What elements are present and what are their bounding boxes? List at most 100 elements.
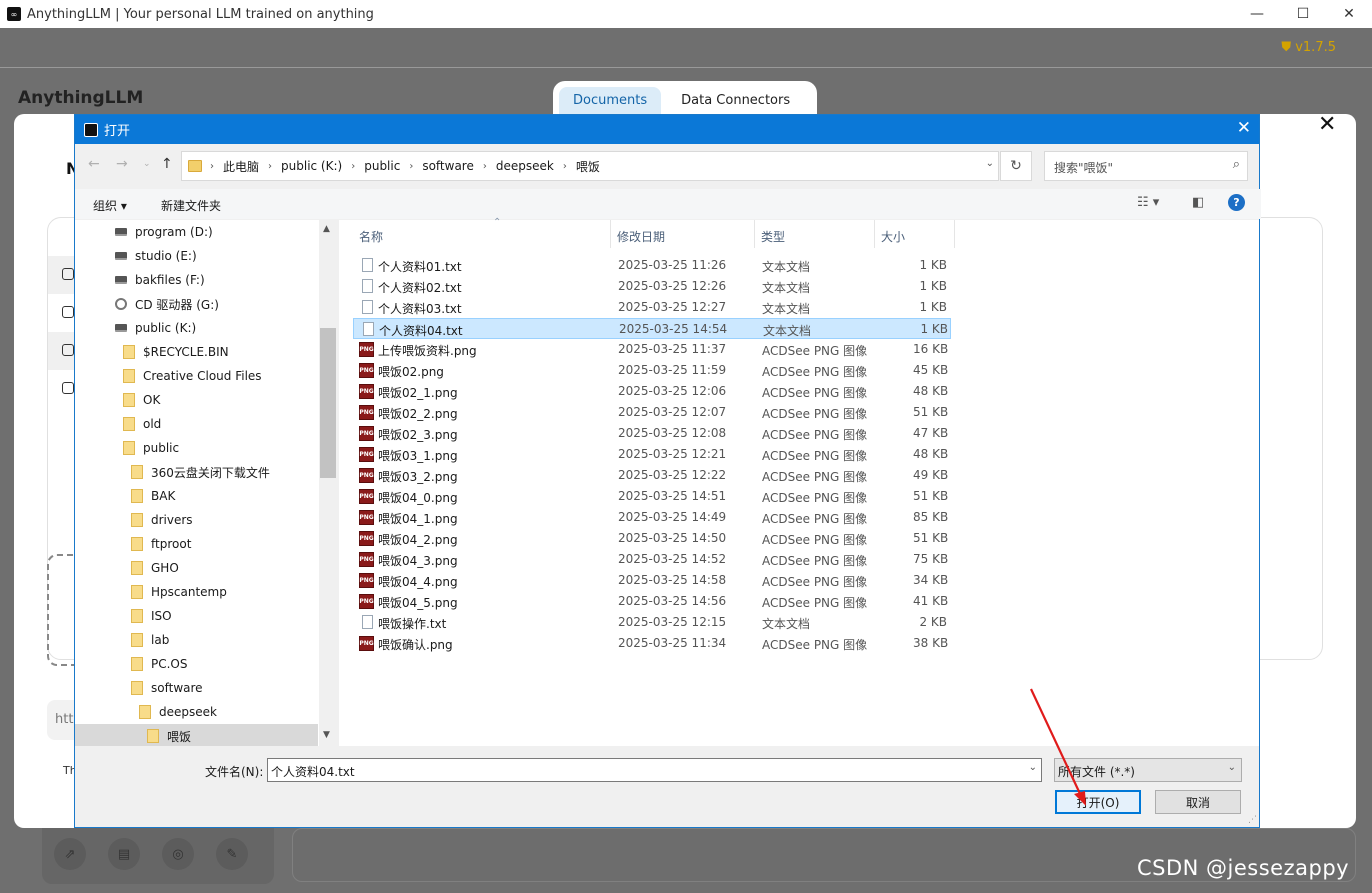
new-folder-button[interactable]: 新建文件夹 [161, 197, 221, 214]
scroll-down-icon[interactable]: ▼ [323, 730, 330, 740]
tree-item[interactable]: public [75, 436, 318, 460]
tree-item[interactable]: GHO [75, 556, 318, 580]
docs-icon[interactable]: ▤ [108, 838, 140, 870]
file-row[interactable]: 个人资料04.txt 2025-03-25 14:54 文本文档 1 KB [353, 318, 951, 339]
tree-item[interactable]: studio (E:) [75, 244, 318, 268]
breadcrumb-item[interactable]: 此电脑 [223, 158, 259, 175]
list-item[interactable] [48, 294, 76, 332]
url-input[interactable]: htt [47, 700, 77, 740]
tree-item[interactable]: program (D:) [75, 220, 318, 244]
breadcrumb-item[interactable]: deepseek [496, 159, 554, 173]
file-row[interactable]: 个人资料02.txt 2025-03-25 12:26 文本文档 1 KB [353, 276, 951, 297]
tree-item[interactable]: Hpscantemp [75, 580, 318, 604]
tree-item[interactable]: software [75, 676, 318, 700]
tree-item[interactable]: 喂饭 [75, 724, 318, 746]
resize-grip-icon[interactable]: ⋰ [1248, 815, 1257, 825]
list-item[interactable] [48, 332, 76, 370]
scroll-thumb[interactable] [320, 328, 336, 478]
file-row[interactable]: PNG 喂饭02.png 2025-03-25 11:59 ACDSee PNG 图像… [353, 360, 951, 381]
community-icon[interactable]: ⇗ [54, 838, 86, 870]
recent-dropdown-icon[interactable]: ⌄ [143, 159, 151, 169]
tree-item[interactable]: old [75, 412, 318, 436]
file-row[interactable]: PNG 喂饭04_0.png 2025-03-25 14:51 ACDSee PNG … [353, 486, 951, 507]
chevron-right-icon[interactable]: › [268, 161, 272, 172]
minimize-icon[interactable]: — [1234, 0, 1280, 28]
maximize-icon[interactable]: ☐ [1280, 0, 1326, 28]
breadcrumb-item[interactable]: public [364, 159, 400, 173]
tree-item[interactable]: ISO [75, 604, 318, 628]
chevron-right-icon[interactable]: › [351, 161, 355, 172]
file-row[interactable]: PNG 喂饭04_1.png 2025-03-25 14:49 ACDSee PNG … [353, 507, 951, 528]
tree-item[interactable]: public (K:) [75, 316, 318, 340]
preview-pane-icon[interactable]: ◧ [1192, 195, 1204, 210]
address-bar[interactable]: › 此电脑 › public (K:) › public › software › deepse… [181, 151, 999, 181]
search-input[interactable]: 搜索"喂饭" ⌕ [1044, 151, 1248, 181]
breadcrumb-item[interactable]: 喂饭 [576, 158, 600, 175]
chevron-right-icon[interactable]: › [483, 161, 487, 172]
back-arrow-icon[interactable]: ← [88, 156, 100, 172]
checkbox[interactable] [62, 344, 74, 356]
file-row[interactable]: 个人资料01.txt 2025-03-25 11:26 文本文档 1 KB [353, 255, 951, 276]
tab-data-connectors[interactable]: Data Connectors [667, 87, 804, 115]
file-row[interactable]: PNG 喂饭04_2.png 2025-03-25 14:50 ACDSee PNG … [353, 528, 951, 549]
checkbox[interactable] [62, 306, 74, 318]
file-row[interactable]: 喂饭操作.txt 2025-03-25 12:15 文本文档 2 KB [353, 612, 951, 633]
close-window-icon[interactable]: ✕ [1326, 0, 1372, 28]
up-arrow-icon[interactable]: ↑ [161, 156, 173, 172]
tree-item[interactable]: $RECYCLE.BIN [75, 340, 318, 364]
column-size[interactable]: 大小 [875, 220, 955, 248]
column-date[interactable]: 修改日期 [611, 220, 755, 248]
chevron-right-icon[interactable]: › [563, 161, 567, 172]
file-row[interactable]: PNG 喂饭02_1.png 2025-03-25 12:06 ACDSee PNG … [353, 381, 951, 402]
tree-item[interactable]: CD 驱动器 (G:) [75, 292, 318, 316]
tree-item[interactable]: 360云盘关闭下载文件 [75, 460, 318, 484]
tree-item[interactable]: PC.OS [75, 652, 318, 676]
cancel-button[interactable]: 取消 [1155, 790, 1241, 814]
upload-dropzone[interactable] [47, 554, 77, 666]
settings-wrench-icon[interactable]: ✎ [216, 838, 248, 870]
open-button[interactable]: 打开(O) [1055, 790, 1141, 814]
file-row[interactable]: PNG 喂饭04_4.png 2025-03-25 14:58 ACDSee PNG … [353, 570, 951, 591]
help-icon[interactable]: ? [1228, 194, 1245, 211]
file-row[interactable]: PNG 喂饭确认.png 2025-03-25 11:34 ACDSee PNG 图像… [353, 633, 951, 654]
chevron-right-icon[interactable]: › [409, 161, 413, 172]
forward-arrow-icon[interactable]: → [116, 156, 128, 172]
checkbox[interactable] [62, 382, 74, 394]
file-row[interactable]: PNG 喂饭02_3.png 2025-03-25 12:08 ACDSee PNG … [353, 423, 951, 444]
file-row[interactable]: PNG 喂饭03_2.png 2025-03-25 12:22 ACDSee PNG … [353, 465, 951, 486]
list-item[interactable] [48, 256, 76, 294]
address-dropdown-icon[interactable]: ⌄ [986, 158, 994, 169]
tree-item[interactable]: Creative Cloud Files [75, 364, 318, 388]
view-options-icon[interactable]: ☷ ▾ [1137, 195, 1159, 210]
organize-button[interactable]: 组织 ▾ [93, 197, 127, 214]
breadcrumb-item[interactable]: software [422, 159, 474, 173]
file-row[interactable]: PNG 喂饭04_5.png 2025-03-25 14:56 ACDSee PNG … [353, 591, 951, 612]
file-row[interactable]: PNG 喂饭03_1.png 2025-03-25 12:21 ACDSee PNG … [353, 444, 951, 465]
tree-item[interactable]: ftproot [75, 532, 318, 556]
tree-scrollbar[interactable]: ▲ ▼ [319, 220, 337, 746]
column-type[interactable]: 类型 [755, 220, 875, 248]
chevron-down-icon[interactable]: ⌄ [1029, 762, 1037, 773]
refresh-button[interactable]: ↻ [1000, 151, 1032, 181]
tree-item[interactable]: bakfiles (F:) [75, 268, 318, 292]
tab-documents[interactable]: Documents [559, 87, 662, 115]
breadcrumb-item[interactable]: public (K:) [281, 159, 342, 173]
filetype-select[interactable]: 所有文件 (*.*) ⌄ [1054, 758, 1242, 782]
file-row[interactable]: PNG 喂饭02_2.png 2025-03-25 12:07 ACDSee PNG … [353, 402, 951, 423]
list-item[interactable] [48, 370, 76, 408]
tree-item[interactable]: BAK [75, 484, 318, 508]
tree-item[interactable]: drivers [75, 508, 318, 532]
scroll-up-icon[interactable]: ▲ [323, 224, 330, 234]
modal-close-icon[interactable]: ✕ [1318, 112, 1336, 137]
checkbox[interactable] [62, 268, 74, 280]
dialog-close-icon[interactable]: ✕ [1237, 118, 1251, 138]
file-row[interactable]: 个人资料03.txt 2025-03-25 12:27 文本文档 1 KB [353, 297, 951, 318]
column-name[interactable]: ⌃ 名称 [353, 217, 611, 248]
tree-item[interactable]: deepseek [75, 700, 318, 724]
discord-icon[interactable]: ◎ [162, 838, 194, 870]
tree-item[interactable]: lab [75, 628, 318, 652]
filename-input[interactable]: 个人资料04.txt ⌄ [267, 758, 1042, 782]
file-row[interactable]: PNG 上传喂饭资料.png 2025-03-25 11:37 ACDSee PNG … [353, 339, 951, 360]
tree-item[interactable]: OK [75, 388, 318, 412]
file-row[interactable]: PNG 喂饭04_3.png 2025-03-25 14:52 ACDSee PNG … [353, 549, 951, 570]
